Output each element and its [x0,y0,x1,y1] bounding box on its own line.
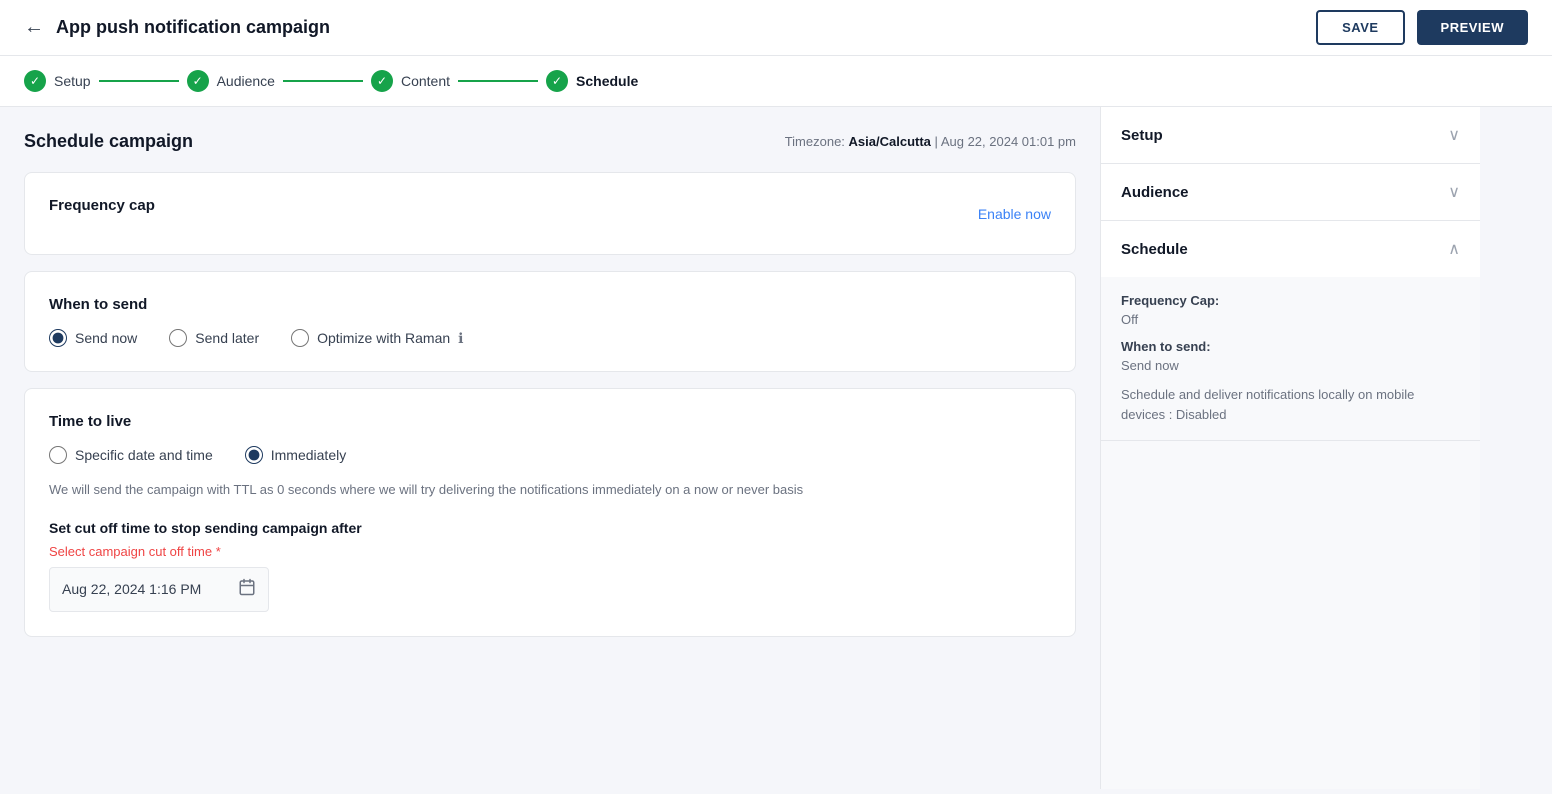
topbar-actions: SAVE PREVIEW [1316,10,1528,45]
section-title: Schedule campaign [24,131,193,152]
main-layout: Schedule campaign Timezone: Asia/Calcutt… [0,107,1552,789]
ttl-description: We will send the campaign with TTL as 0 … [49,480,1051,500]
sidebar-schedule-chevron: ∧ [1448,239,1460,259]
sidebar-audience-chevron: ∨ [1448,182,1460,202]
frequency-cap-card: Frequency cap Enable now [24,172,1076,255]
enable-now-link[interactable]: Enable now [978,206,1051,222]
time-to-live-options: Specific date and time Immediately [49,446,1051,464]
frequency-cap-title: Frequency cap [49,197,155,214]
step-schedule-icon: ✓ [546,70,568,92]
sidebar-audience-header[interactable]: Audience ∨ [1101,164,1480,220]
sidebar-section-setup: Setup ∨ [1101,107,1480,164]
when-to-send-title: When to send [49,296,1051,313]
date-input-text: Aug 22, 2024 1:16 PM [62,581,230,597]
immediately-label: Immediately [271,447,346,463]
sidebar-setup-chevron: ∨ [1448,125,1460,145]
save-button[interactable]: SAVE [1316,10,1404,45]
content-area: Schedule campaign Timezone: Asia/Calcutt… [0,107,1100,789]
step-line-2 [283,80,363,82]
specific-date-label: Specific date and time [75,447,213,463]
sidebar: Setup ∨ Audience ∨ Schedule ∧ Frequency … [1100,107,1480,789]
timezone-info: Timezone: Asia/Calcutta | Aug 22, 2024 0… [785,134,1076,149]
send-now-label: Send now [75,330,137,346]
step-line-3 [458,80,538,82]
optimize-label: Optimize with Raman [317,330,450,346]
sidebar-section-audience: Audience ∨ [1101,164,1480,221]
optimize-radio[interactable] [291,329,309,347]
sidebar-schedule-header[interactable]: Schedule ∧ [1101,221,1480,277]
sidebar-schedule-title: Schedule [1121,241,1188,258]
send-now-radio[interactable] [49,329,67,347]
timezone-label: Timezone: [785,134,845,149]
timezone-datetime: Aug 22, 2024 01:01 pm [941,134,1076,149]
section-header: Schedule campaign Timezone: Asia/Calcutt… [24,131,1076,152]
step-audience-label: Audience [217,73,275,89]
topbar-left: ← App push notification campaign [24,16,330,39]
sidebar-setup-header[interactable]: Setup ∨ [1101,107,1480,163]
preview-button[interactable]: PREVIEW [1417,10,1528,45]
step-content[interactable]: ✓ Content [371,70,450,92]
sidebar-setup-title: Setup [1121,127,1163,144]
cutoff-label-text: Select campaign cut off time [49,544,212,559]
when-to-send-detail-label: When to send: [1121,339,1460,354]
step-schedule-label: Schedule [576,73,638,89]
send-now-option[interactable]: Send now [49,329,137,347]
sidebar-audience-title: Audience [1121,184,1189,201]
sidebar-section-schedule: Schedule ∧ Frequency Cap: Off When to se… [1101,221,1480,441]
calendar-icon [238,578,256,601]
step-content-icon: ✓ [371,70,393,92]
date-input-row[interactable]: Aug 22, 2024 1:16 PM [49,567,269,612]
when-to-send-options: Send now Send later Optimize with Raman … [49,329,1051,347]
send-later-option[interactable]: Send later [169,329,259,347]
sidebar-schedule-content: Frequency Cap: Off When to send: Send no… [1101,277,1480,440]
immediately-radio[interactable] [245,446,263,464]
specific-date-option[interactable]: Specific date and time [49,446,213,464]
immediately-option[interactable]: Immediately [245,446,346,464]
back-button[interactable]: ← [24,16,44,39]
specific-date-radio[interactable] [49,446,67,464]
info-icon: ℹ [458,330,463,347]
cutoff-title: Set cut off time to stop sending campaig… [49,520,1051,536]
step-setup-label: Setup [54,73,91,89]
step-content-label: Content [401,73,450,89]
send-later-label: Send later [195,330,259,346]
timezone-value: Asia/Calcutta [849,134,931,149]
time-to-live-title: Time to live [49,413,1051,430]
cutoff-required-star: * [216,544,221,559]
step-setup[interactable]: ✓ Setup [24,70,91,92]
when-to-send-card: When to send Send now Send later Optimiz… [24,271,1076,372]
page-title: App push notification campaign [56,17,330,38]
send-later-radio[interactable] [169,329,187,347]
step-schedule[interactable]: ✓ Schedule [546,70,638,92]
sidebar-schedule-note: Schedule and deliver notifications local… [1121,385,1460,424]
topbar: ← App push notification campaign SAVE PR… [0,0,1552,56]
time-to-live-card: Time to live Specific date and time Imme… [24,388,1076,637]
step-audience-icon: ✓ [187,70,209,92]
frequency-cap-row: Frequency cap Enable now [49,197,1051,230]
step-line-1 [99,80,179,82]
optimize-option[interactable]: Optimize with Raman ℹ [291,329,463,347]
when-to-send-detail-value: Send now [1121,358,1460,373]
back-icon: ← [24,16,44,39]
freq-cap-detail-value: Off [1121,312,1460,327]
step-setup-icon: ✓ [24,70,46,92]
steps-bar: ✓ Setup ✓ Audience ✓ Content ✓ Schedule [0,56,1552,107]
step-audience[interactable]: ✓ Audience [187,70,275,92]
freq-cap-detail-label: Frequency Cap: [1121,293,1460,308]
cutoff-label: Select campaign cut off time * [49,544,1051,559]
